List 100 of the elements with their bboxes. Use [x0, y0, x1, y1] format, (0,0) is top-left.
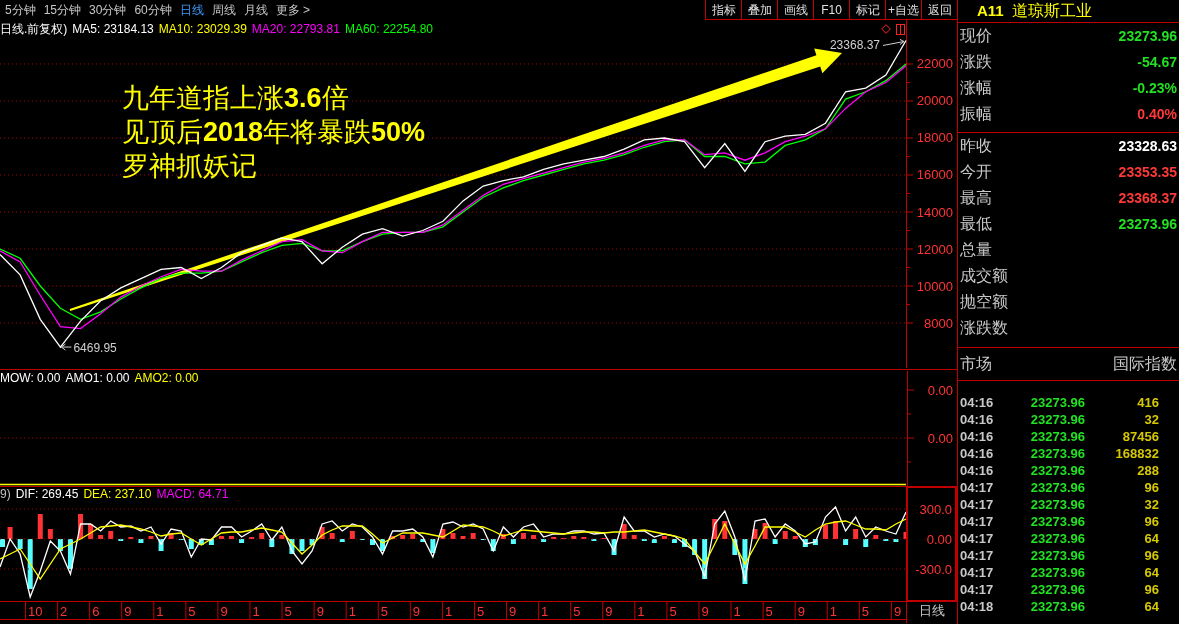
indicator-value: MA20: 22793.81	[251, 22, 340, 36]
period-tab[interactable]: 周线	[211, 2, 236, 18]
axis-label: 9	[220, 604, 228, 619]
axis-label: 5	[573, 604, 581, 619]
quote-label: 成交额	[960, 266, 1008, 286]
toolbar-button[interactable]: F10	[813, 0, 849, 19]
annotation-text: 罗神抓妖记	[122, 150, 258, 183]
trade-time: 04:16	[960, 429, 995, 444]
axis-label: 9	[412, 604, 421, 619]
axis-label: 10	[28, 604, 43, 619]
trade-volume: 64	[1143, 599, 1159, 614]
period-tab[interactable]: 更多 >	[275, 2, 311, 18]
period-tab[interactable]: 15分钟	[43, 2, 82, 18]
diamond-icon[interactable]	[881, 24, 891, 34]
toolbar-button[interactable]: 指标	[705, 0, 741, 19]
axis-label: 0.00	[926, 531, 952, 547]
trade-price: 23273.96	[1029, 446, 1085, 461]
annotation-text: 九年道指上涨3.6倍	[122, 82, 350, 115]
trade-volume: 288	[1136, 463, 1159, 478]
trade-price: 23273.96	[1029, 497, 1085, 512]
trade-time: 04:16	[960, 446, 995, 461]
trade-volume: 96	[1143, 582, 1159, 597]
quote-value: 23328.63	[1118, 136, 1177, 156]
axis-label: 9	[509, 604, 517, 619]
trade-price: 23273.96	[1029, 480, 1085, 495]
trade-time: 04:17	[960, 548, 995, 563]
trade-volume: 32	[1143, 497, 1159, 512]
axis-label: 1	[541, 604, 549, 619]
indicator-value: MA60: 22254.80	[344, 22, 433, 36]
annotation-text: 见顶后2018年将暴跌50%	[122, 116, 426, 149]
axis-label: 5	[669, 604, 677, 619]
trade-volume: 64	[1143, 531, 1159, 546]
toolbar-button[interactable]: +自选	[885, 0, 921, 19]
market-value: 国际指数	[1113, 354, 1177, 374]
axis-label: 5	[477, 604, 485, 619]
trade-price: 23273.96	[1029, 548, 1085, 563]
indicator-value: AMO2: 0.00	[134, 371, 199, 385]
quote-label: 抛空额	[960, 292, 1008, 312]
quote-label: 最低	[960, 214, 992, 234]
indicator-value: MOW: 0.00	[0, 371, 61, 385]
trade-time: 04:16	[960, 395, 995, 410]
market-label: 市场	[960, 354, 992, 374]
trade-time: 04:17	[960, 514, 995, 529]
trade-time: 04:17	[960, 531, 995, 546]
quote-label: 涨跌数	[960, 318, 1008, 338]
quote-value: 23368.37	[1118, 188, 1177, 208]
trade-volume: 87456	[1121, 429, 1159, 444]
chart-mode-label: 日线.前复权)	[0, 22, 68, 36]
quote-label: 最高	[960, 188, 992, 208]
price-annotation: 6469.95	[60, 340, 117, 355]
trade-price: 23273.96	[1029, 514, 1085, 529]
toolbar-button[interactable]: 标记	[849, 0, 885, 19]
trade-price: 23273.96	[1029, 599, 1085, 614]
quote-label: 今开	[960, 162, 992, 182]
axis-label: 5	[765, 604, 773, 619]
axis-label: 9	[605, 604, 613, 619]
axis-label: 18000	[916, 130, 953, 146]
axis-label: 9	[797, 604, 805, 619]
quote-value: 23273.96	[1118, 214, 1177, 234]
toolbar-button[interactable]: 画线	[777, 0, 813, 19]
toolbar-button[interactable]: 返回	[921, 0, 957, 19]
indicator-value: AMO1: 0.00	[65, 371, 130, 385]
axis-label: 9	[893, 604, 902, 619]
period-tab[interactable]: 日线	[179, 2, 204, 18]
trade-time: 04:17	[960, 480, 995, 495]
axis-label: 300.0	[919, 501, 952, 517]
axis-label: 5	[861, 604, 870, 619]
axis-label: 1	[156, 604, 164, 619]
axis-label: 9	[701, 604, 709, 619]
trade-volume: 96	[1143, 548, 1159, 563]
quote-value: 23273.96	[1118, 26, 1177, 46]
period-tab[interactable]: 月线	[243, 2, 268, 18]
trade-time: 04:16	[960, 463, 995, 478]
toolbar-button[interactable]: 叠加	[741, 0, 777, 19]
trade-volume: 96	[1143, 480, 1159, 495]
rectangle-icon[interactable]	[896, 23, 905, 35]
trade-volume: 64	[1143, 565, 1159, 580]
quote-value: 23353.35	[1118, 162, 1177, 182]
period-label: 日线	[919, 602, 945, 620]
axis-label: 5	[380, 604, 388, 619]
quote-label: 昨收	[960, 136, 992, 156]
period-tab[interactable]: 60分钟	[134, 2, 172, 18]
instrument-code: A11	[977, 0, 1004, 21]
axis-label: -300.0	[915, 561, 952, 577]
axis-label: 8000	[924, 315, 953, 331]
period-tab[interactable]: 30分钟	[89, 2, 127, 18]
axis-label: 9	[316, 604, 324, 619]
trade-price: 23273.96	[1029, 582, 1085, 597]
quote-label: 涨幅	[960, 78, 992, 98]
axis-label: 1	[733, 604, 741, 619]
quote-value: 0.40%	[1137, 104, 1177, 124]
trade-volume: 416	[1136, 395, 1159, 410]
axis-label: 1	[637, 604, 645, 619]
trade-price: 23273.96	[1029, 412, 1085, 427]
axis-label: 14000	[916, 204, 953, 220]
trade-time: 04:17	[960, 582, 995, 597]
trade-time: 04:17	[960, 497, 995, 512]
period-tab[interactable]: 5分钟	[5, 2, 36, 18]
axis-label: 12000	[916, 241, 953, 257]
quote-value: -0.23%	[1132, 78, 1177, 98]
